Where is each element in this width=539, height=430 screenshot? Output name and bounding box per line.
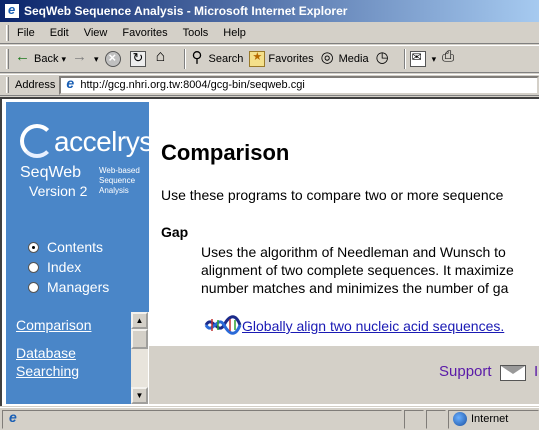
- page-icon: [63, 75, 77, 92]
- zone-label: Internet: [471, 413, 509, 425]
- stop-button[interactable]: [104, 50, 124, 67]
- stop-icon: [104, 50, 121, 67]
- radio-button[interactable]: [28, 281, 39, 293]
- description-line: alignment of two complete sequences. It …: [201, 262, 514, 278]
- history-button[interactable]: [375, 48, 394, 67]
- status-message: [2, 409, 402, 429]
- refresh-button[interactable]: [129, 50, 149, 67]
- menu-tools[interactable]: Tools: [183, 27, 209, 39]
- toolbar-separator: [183, 49, 186, 69]
- radio-label[interactable]: Contents: [47, 239, 103, 255]
- page-footer: Support I: [149, 346, 539, 404]
- product-name: SeqWeb: [20, 164, 82, 181]
- accelrys-logo-icon: [20, 124, 54, 158]
- window-title: SeqWeb Sequence Analysis - Microsoft Int…: [24, 4, 348, 18]
- addressbar-grip[interactable]: [6, 77, 9, 93]
- menu-edit[interactable]: Edit: [50, 27, 69, 39]
- mail-icon: [409, 50, 426, 67]
- menu-help[interactable]: Help: [223, 27, 246, 39]
- sidebar-nav-list: Comparison Database Searching: [6, 312, 131, 404]
- status-cell: [404, 409, 424, 429]
- radio-contents[interactable]: Contents: [28, 237, 109, 257]
- product-version: Version 2: [29, 183, 88, 199]
- program-link[interactable]: Globally align two nucleic acid sequence…: [242, 318, 504, 334]
- mail-envelope-icon[interactable]: [500, 365, 526, 381]
- globe-icon: [453, 412, 467, 426]
- security-zone: Internet: [448, 409, 539, 429]
- radio-index[interactable]: Index: [28, 257, 109, 277]
- main-content: Comparison Use these programs to compare…: [149, 102, 539, 346]
- radio-managers[interactable]: Managers: [28, 277, 109, 297]
- favorites-button[interactable]: Favorites: [249, 50, 314, 67]
- search-button[interactable]: Search: [190, 48, 244, 67]
- favorites-icon: [249, 50, 266, 67]
- search-icon: [190, 48, 206, 67]
- history-icon: [375, 48, 391, 67]
- menubar-grip[interactable]: [6, 24, 9, 41]
- standard-toolbar: Back Search Favorites Media: [0, 45, 539, 73]
- address-bar: Address http://gcg.nhri.org.tw:8004/gcg-…: [0, 74, 539, 96]
- media-button[interactable]: Media: [320, 48, 369, 67]
- print-button[interactable]: [442, 48, 461, 67]
- back-button[interactable]: Back: [15, 48, 66, 67]
- page-title: Comparison: [161, 140, 290, 165]
- toolbar-separator: [403, 49, 406, 69]
- toolbar-grip[interactable]: [6, 49, 9, 69]
- dna-helix-icon[interactable]: [204, 314, 242, 336]
- menu-favorites[interactable]: Favorites: [122, 27, 167, 39]
- forward-button[interactable]: [72, 48, 99, 67]
- address-url[interactable]: http://gcg.nhri.org.tw:8004/gcg-bin/seqw…: [80, 79, 304, 91]
- scroll-up-button[interactable]: ▲: [131, 312, 148, 329]
- tagline-line: Web-based: [99, 166, 140, 175]
- program-name: Gap: [161, 224, 189, 240]
- scroll-thumb[interactable]: [131, 329, 148, 349]
- accelrys-logo-text: accelrys: [54, 126, 153, 157]
- page-status-icon: [6, 409, 20, 426]
- radio-button[interactable]: [28, 241, 39, 253]
- print-icon: [442, 48, 458, 67]
- address-label: Address: [15, 79, 56, 91]
- status-bar: Internet: [0, 407, 539, 430]
- product-tagline: Web-based Sequence Analysis: [99, 166, 151, 196]
- menu-file[interactable]: File: [17, 27, 35, 39]
- status-cell: [426, 409, 446, 429]
- radio-button[interactable]: [28, 261, 39, 273]
- nav-link-searching[interactable]: Searching: [16, 362, 131, 380]
- radio-label[interactable]: Index: [47, 259, 81, 275]
- tagline-line: Analysis: [99, 186, 129, 195]
- scroll-down-button[interactable]: ▼: [131, 387, 148, 404]
- ie-icon: [4, 2, 20, 19]
- intro-text: Use these programs to compare two or mor…: [161, 187, 504, 203]
- home-button[interactable]: [155, 48, 174, 67]
- menu-view[interactable]: View: [84, 27, 108, 39]
- support-link[interactable]: Support: [439, 363, 492, 380]
- menu-bar: File Edit View Favorites Tools Help: [0, 22, 539, 44]
- program-description: Uses the algorithm of Needleman and Wuns…: [201, 243, 514, 297]
- media-icon: [320, 48, 336, 67]
- forward-arrow-icon: [72, 48, 88, 67]
- description-line: Uses the algorithm of Needleman and Wuns…: [201, 244, 506, 260]
- favorites-label: Favorites: [268, 53, 314, 65]
- tagline-line: Sequence: [99, 176, 136, 185]
- nav-link-comparison[interactable]: Comparison: [16, 316, 131, 334]
- title-bar: SeqWeb Sequence Analysis - Microsoft Int…: [0, 0, 539, 22]
- address-input[interactable]: http://gcg.nhri.org.tw:8004/gcg-bin/seqw…: [59, 75, 539, 95]
- media-label: Media: [338, 53, 369, 65]
- sidebar-scrollbar[interactable]: ▲ ▼: [131, 312, 148, 404]
- footer-link-partial[interactable]: I: [534, 363, 538, 380]
- sidebar-header: accelrys SeqWeb Version 2 Web-based Sequ…: [6, 102, 153, 312]
- view-radio-group: Contents Index Managers: [28, 237, 109, 297]
- home-icon: [155, 48, 171, 67]
- back-label: Back: [34, 53, 59, 65]
- refresh-icon: [129, 50, 146, 67]
- mail-button[interactable]: [409, 50, 437, 67]
- radio-label[interactable]: Managers: [47, 279, 109, 295]
- back-arrow-icon: [15, 48, 31, 67]
- nav-link-database[interactable]: Database: [16, 344, 131, 362]
- description-line: number matches and minimizes the number …: [201, 280, 509, 296]
- search-label: Search: [208, 53, 244, 65]
- browser-viewport: accelrys SeqWeb Version 2 Web-based Sequ…: [0, 97, 539, 406]
